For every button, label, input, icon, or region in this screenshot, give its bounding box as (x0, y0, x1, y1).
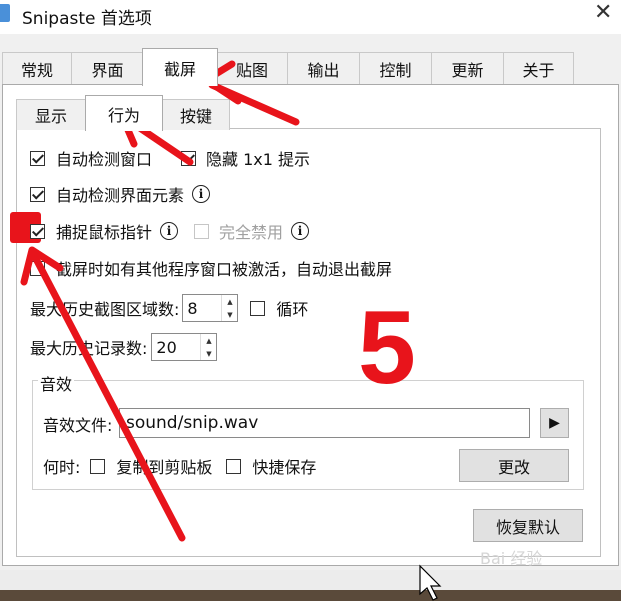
annotation-arrow-checkbox (30, 251, 186, 542)
cursor-icon (419, 564, 442, 601)
tab-capture[interactable]: 截屏 (142, 48, 218, 86)
annotation-arrows (20, 60, 442, 601)
subtab-behavior[interactable]: 行为 (85, 95, 163, 131)
